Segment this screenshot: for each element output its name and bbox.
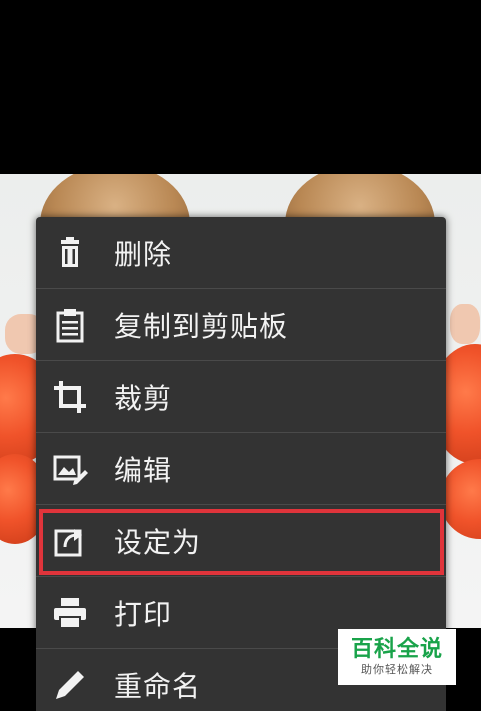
printer-icon	[50, 593, 90, 633]
photo-hand-right	[450, 304, 480, 344]
menu-item-set-as[interactable]: 设定为	[36, 505, 446, 577]
menu-item-edit[interactable]: 编辑	[36, 433, 446, 505]
set-as-icon	[50, 521, 90, 561]
menu-item-crop[interactable]: 裁剪	[36, 361, 446, 433]
menu-item-label: 删除	[114, 237, 173, 271]
watermark-title: 百科全说	[350, 637, 443, 662]
menu-item-label: 复制到剪贴板	[114, 309, 289, 343]
menu-item-label: 裁剪	[114, 381, 173, 415]
pencil-icon	[50, 665, 90, 705]
edit-image-icon	[50, 449, 90, 489]
menu-item-copy-to-clipboard[interactable]: 复制到剪贴板	[36, 289, 446, 361]
photo-flowers-right-lower	[440, 459, 481, 539]
crop-icon	[50, 377, 90, 417]
menu-item-label: 打印	[114, 597, 173, 631]
watermark-logo: 百科全说 助你轻松解决	[338, 629, 456, 685]
trash-icon	[50, 233, 90, 273]
menu-item-label: 编辑	[114, 453, 173, 487]
watermark-subtitle: 助你轻松解决	[361, 663, 433, 676]
menu-item-label: 重命名	[114, 669, 202, 703]
clipboard-icon	[50, 305, 90, 345]
menu-item-label: 设定为	[114, 525, 202, 559]
menu-item-delete[interactable]: 删除	[36, 217, 446, 289]
screen: 删除 复制到剪贴板 裁剪 编辑 设定为 打印 重命名 百科全说 助你轻松解决	[0, 0, 481, 711]
